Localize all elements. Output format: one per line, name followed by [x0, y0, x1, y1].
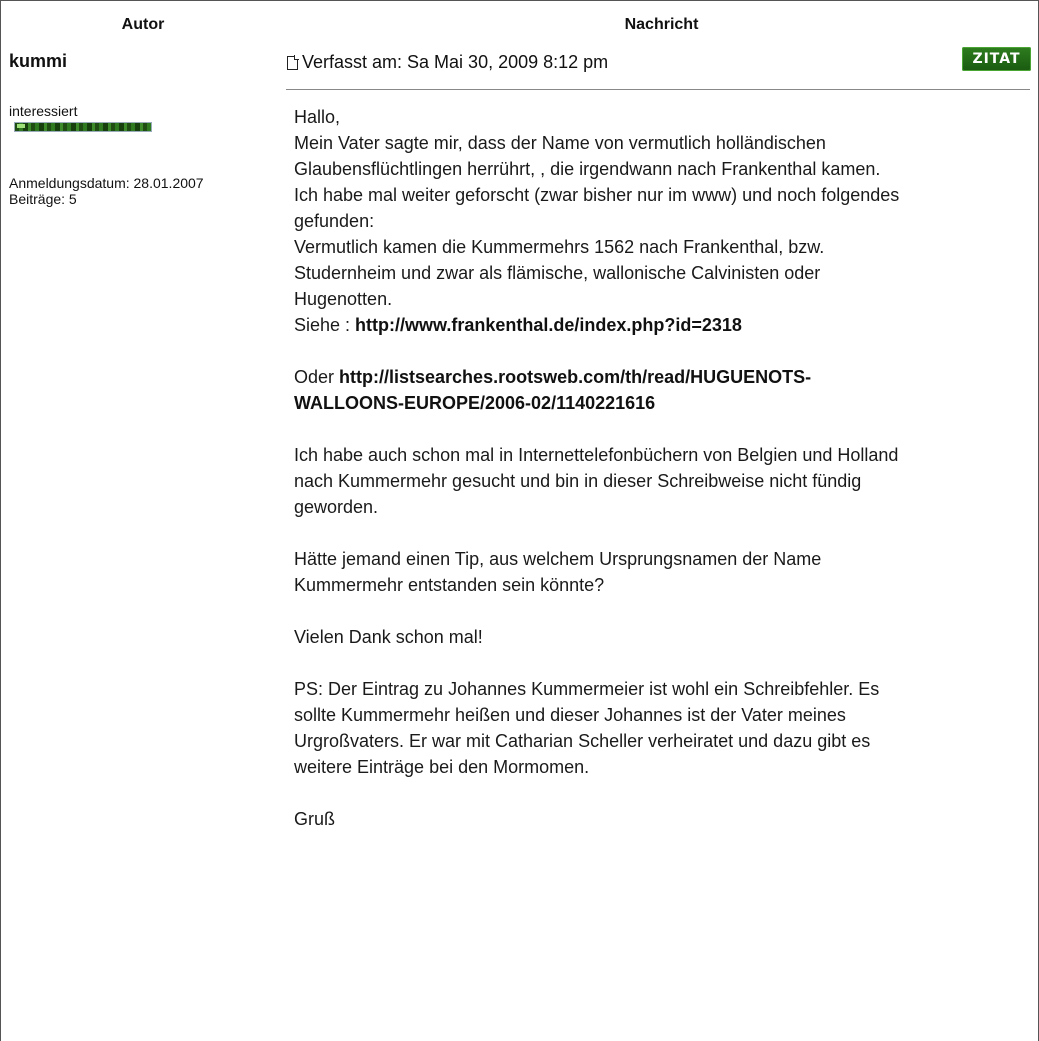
- body-line: Studernheim und zwar als flämische, wall…: [294, 263, 821, 283]
- column-header-author: Autor: [121, 16, 165, 33]
- link-line-2: Oder http://listsearches.rootsweb.com/th…: [294, 364, 1030, 390]
- link-line-2-cont: WALLOONS-EUROPE/2006-02/1140221616: [294, 390, 1030, 416]
- column-header-message: Nachricht: [624, 16, 699, 33]
- body-line: Kummermehr entstanden sein könnte?: [294, 575, 605, 595]
- body-line: geworden.: [294, 497, 379, 517]
- link-prefix: Oder: [294, 367, 340, 387]
- body-line: Mein Vater sagte mir, dass der Name von …: [294, 133, 826, 153]
- body-line: Hallo,: [294, 107, 341, 127]
- link-prefix: Siehe :: [294, 315, 356, 335]
- body-line: Hugenotten.: [294, 289, 393, 309]
- body-line: Vermutlich kamen die Kummermehrs 1562 na…: [294, 237, 825, 257]
- author-rank: interessiert: [9, 103, 78, 119]
- post-date-line: Verfasst am: Sa Mai 30, 2009 8:12 pm: [287, 52, 608, 73]
- body-line: Ich habe mal weiter geforscht (zwar bish…: [294, 185, 900, 205]
- rootsweb-link-cont[interactable]: WALLOONS-EUROPE/2006-02/1140221616: [294, 393, 655, 413]
- link-line-1: Siehe : http://www.frankenthal.de/index.…: [294, 312, 1030, 338]
- body-line: PS: Der Eintrag zu Johannes Kummermeier …: [294, 679, 880, 699]
- body-line: Glaubensflüchtlingen herrührt, , die irg…: [294, 159, 881, 179]
- body-line: Ich habe auch schon mal in Internettelef…: [294, 445, 899, 465]
- body-line: Urgroßvaters. Er war mit Catharian Schel…: [294, 731, 871, 751]
- body-line: gefunden:: [294, 211, 375, 231]
- body-line: nach Kummermehr gesucht und bin in diese…: [294, 471, 862, 491]
- rank-image: [14, 122, 152, 132]
- post-divider: [286, 89, 1030, 90]
- post-date: Verfasst am: Sa Mai 30, 2009 8:12 pm: [302, 52, 609, 72]
- post-document-icon[interactable]: [287, 54, 299, 70]
- registration-date: Anmeldungsdatum: 28.01.2007: [9, 175, 204, 191]
- author-name[interactable]: kummi: [9, 51, 67, 72]
- post-count: Beiträge: 5: [9, 191, 77, 207]
- quote-button[interactable]: ZITAT: [962, 47, 1031, 71]
- greeting: Gruß: [294, 809, 336, 829]
- post-body: Hallo, Mein Vater sagte mir, dass der Na…: [294, 104, 1030, 832]
- body-line: weitere Einträge bei den Mormomen.: [294, 757, 590, 777]
- rootsweb-link[interactable]: http://listsearches.rootsweb.com/th/read…: [339, 367, 811, 387]
- frankenthal-link[interactable]: http://www.frankenthal.de/index.php?id=2…: [355, 315, 742, 335]
- body-line: Hätte jemand einen Tip, aus welchem Ursp…: [294, 549, 822, 569]
- body-line: Vielen Dank schon mal!: [294, 627, 483, 647]
- body-line: sollte Kummermehr heißen und dieser Joha…: [294, 705, 846, 725]
